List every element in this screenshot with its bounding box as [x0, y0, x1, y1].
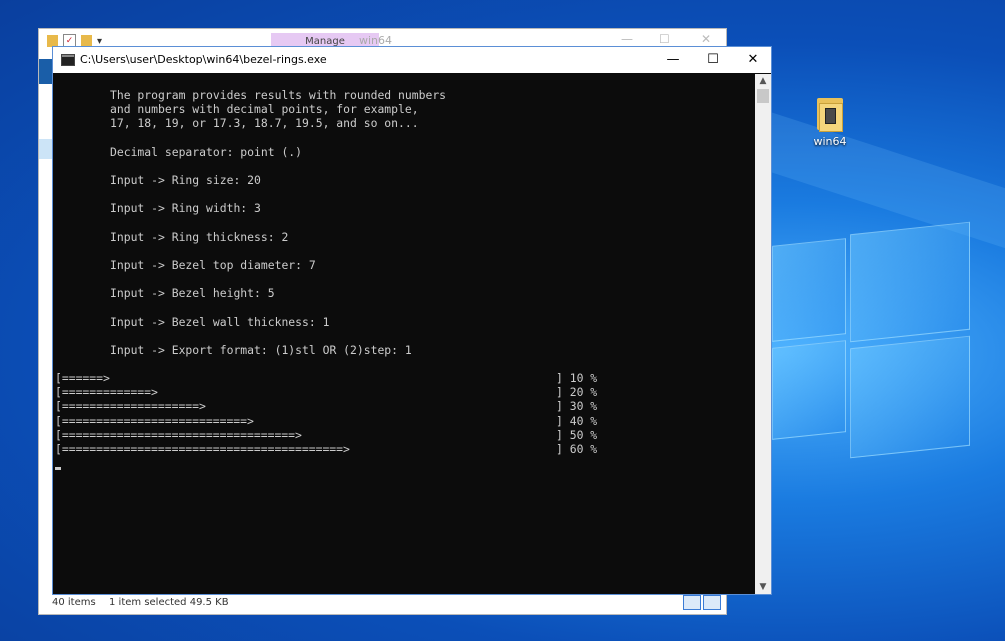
explorer-status-bar: 40 items 1 item selected 49.5 KB [39, 592, 726, 614]
progress-bar: [=============> [55, 385, 158, 399]
console-close-button[interactable]: ✕ [733, 47, 773, 73]
progress-bar: [=======================================… [55, 442, 350, 456]
console-titlebar[interactable]: C:\Users\user\Desktop\win64\bezel-rings.… [53, 47, 771, 73]
status-item-count: 40 items [52, 597, 96, 608]
progress-bar: [======> [55, 371, 110, 385]
explorer-close-button[interactable]: ✕ [701, 32, 711, 46]
explorer-maximize-button[interactable]: ☐ [659, 32, 670, 46]
progress-percent: ] 60 % [556, 442, 598, 456]
input-line: Input -> Export format: (1)stl OR (2)ste… [110, 343, 412, 357]
explorer-minimize-button[interactable]: — [621, 32, 633, 46]
console-maximize-button[interactable]: ☐ [693, 47, 733, 73]
input-line: Input -> Ring thickness: 2 [110, 230, 289, 244]
progress-bar: [====================> [55, 399, 206, 413]
scroll-up-arrow-icon[interactable]: ▲ [755, 74, 771, 88]
progress-percent: ] 40 % [556, 414, 598, 428]
windows-logo [772, 221, 970, 459]
console-window[interactable]: C:\Users\user\Desktop\win64\bezel-rings.… [52, 46, 772, 595]
decimal-separator-line: Decimal separator: point (.) [110, 145, 303, 159]
folder-icon [815, 95, 845, 132]
large-icons-view-icon[interactable] [703, 595, 721, 610]
input-line: Input -> Ring width: 3 [110, 201, 261, 215]
explorer-titlebar[interactable]: ✓ ▾ Manage win64 — ☐ ✕ [39, 29, 726, 48]
customize-dropdown-icon[interactable]: ▾ [97, 36, 102, 47]
intro-line: The program provides results with rounde… [110, 88, 447, 102]
progress-bar: [===========================> [55, 414, 254, 428]
scrollbar-thumb[interactable] [757, 89, 769, 103]
status-selection: 1 item selected 49.5 KB [109, 597, 229, 608]
intro-line: and numbers with decimal points, for exa… [110, 102, 419, 116]
input-line: Input -> Bezel height: 5 [110, 286, 275, 300]
desktop-icon-win64[interactable]: win64 [800, 95, 860, 148]
desktop-icon-label: win64 [813, 135, 847, 148]
progress-percent: ] 50 % [556, 428, 598, 442]
progress-bar: [==================================> [55, 428, 302, 442]
text-cursor [55, 467, 61, 470]
progress-percent: ] 30 % [556, 399, 598, 413]
progress-percent: ] 20 % [556, 385, 598, 399]
view-toggle[interactable] [683, 595, 721, 610]
console-minimize-button[interactable]: — [653, 47, 693, 73]
scroll-down-arrow-icon[interactable]: ▼ [755, 580, 771, 594]
console-scrollbar[interactable]: ▲ ▼ [755, 74, 771, 594]
console-app-icon[interactable] [61, 54, 75, 66]
console-output[interactable]: The program provides results with rounde… [53, 74, 755, 594]
progress-percent: ] 10 % [556, 371, 598, 385]
input-line: Input -> Bezel wall thickness: 1 [110, 315, 330, 329]
details-view-icon[interactable] [683, 595, 701, 610]
intro-line: 17, 18, 19, or 17.3, 18.7, 19.5, and so … [110, 116, 419, 130]
console-title: C:\Users\user\Desktop\win64\bezel-rings.… [80, 53, 327, 66]
input-line: Input -> Ring size: 20 [110, 173, 261, 187]
input-line: Input -> Bezel top diameter: 7 [110, 258, 316, 272]
